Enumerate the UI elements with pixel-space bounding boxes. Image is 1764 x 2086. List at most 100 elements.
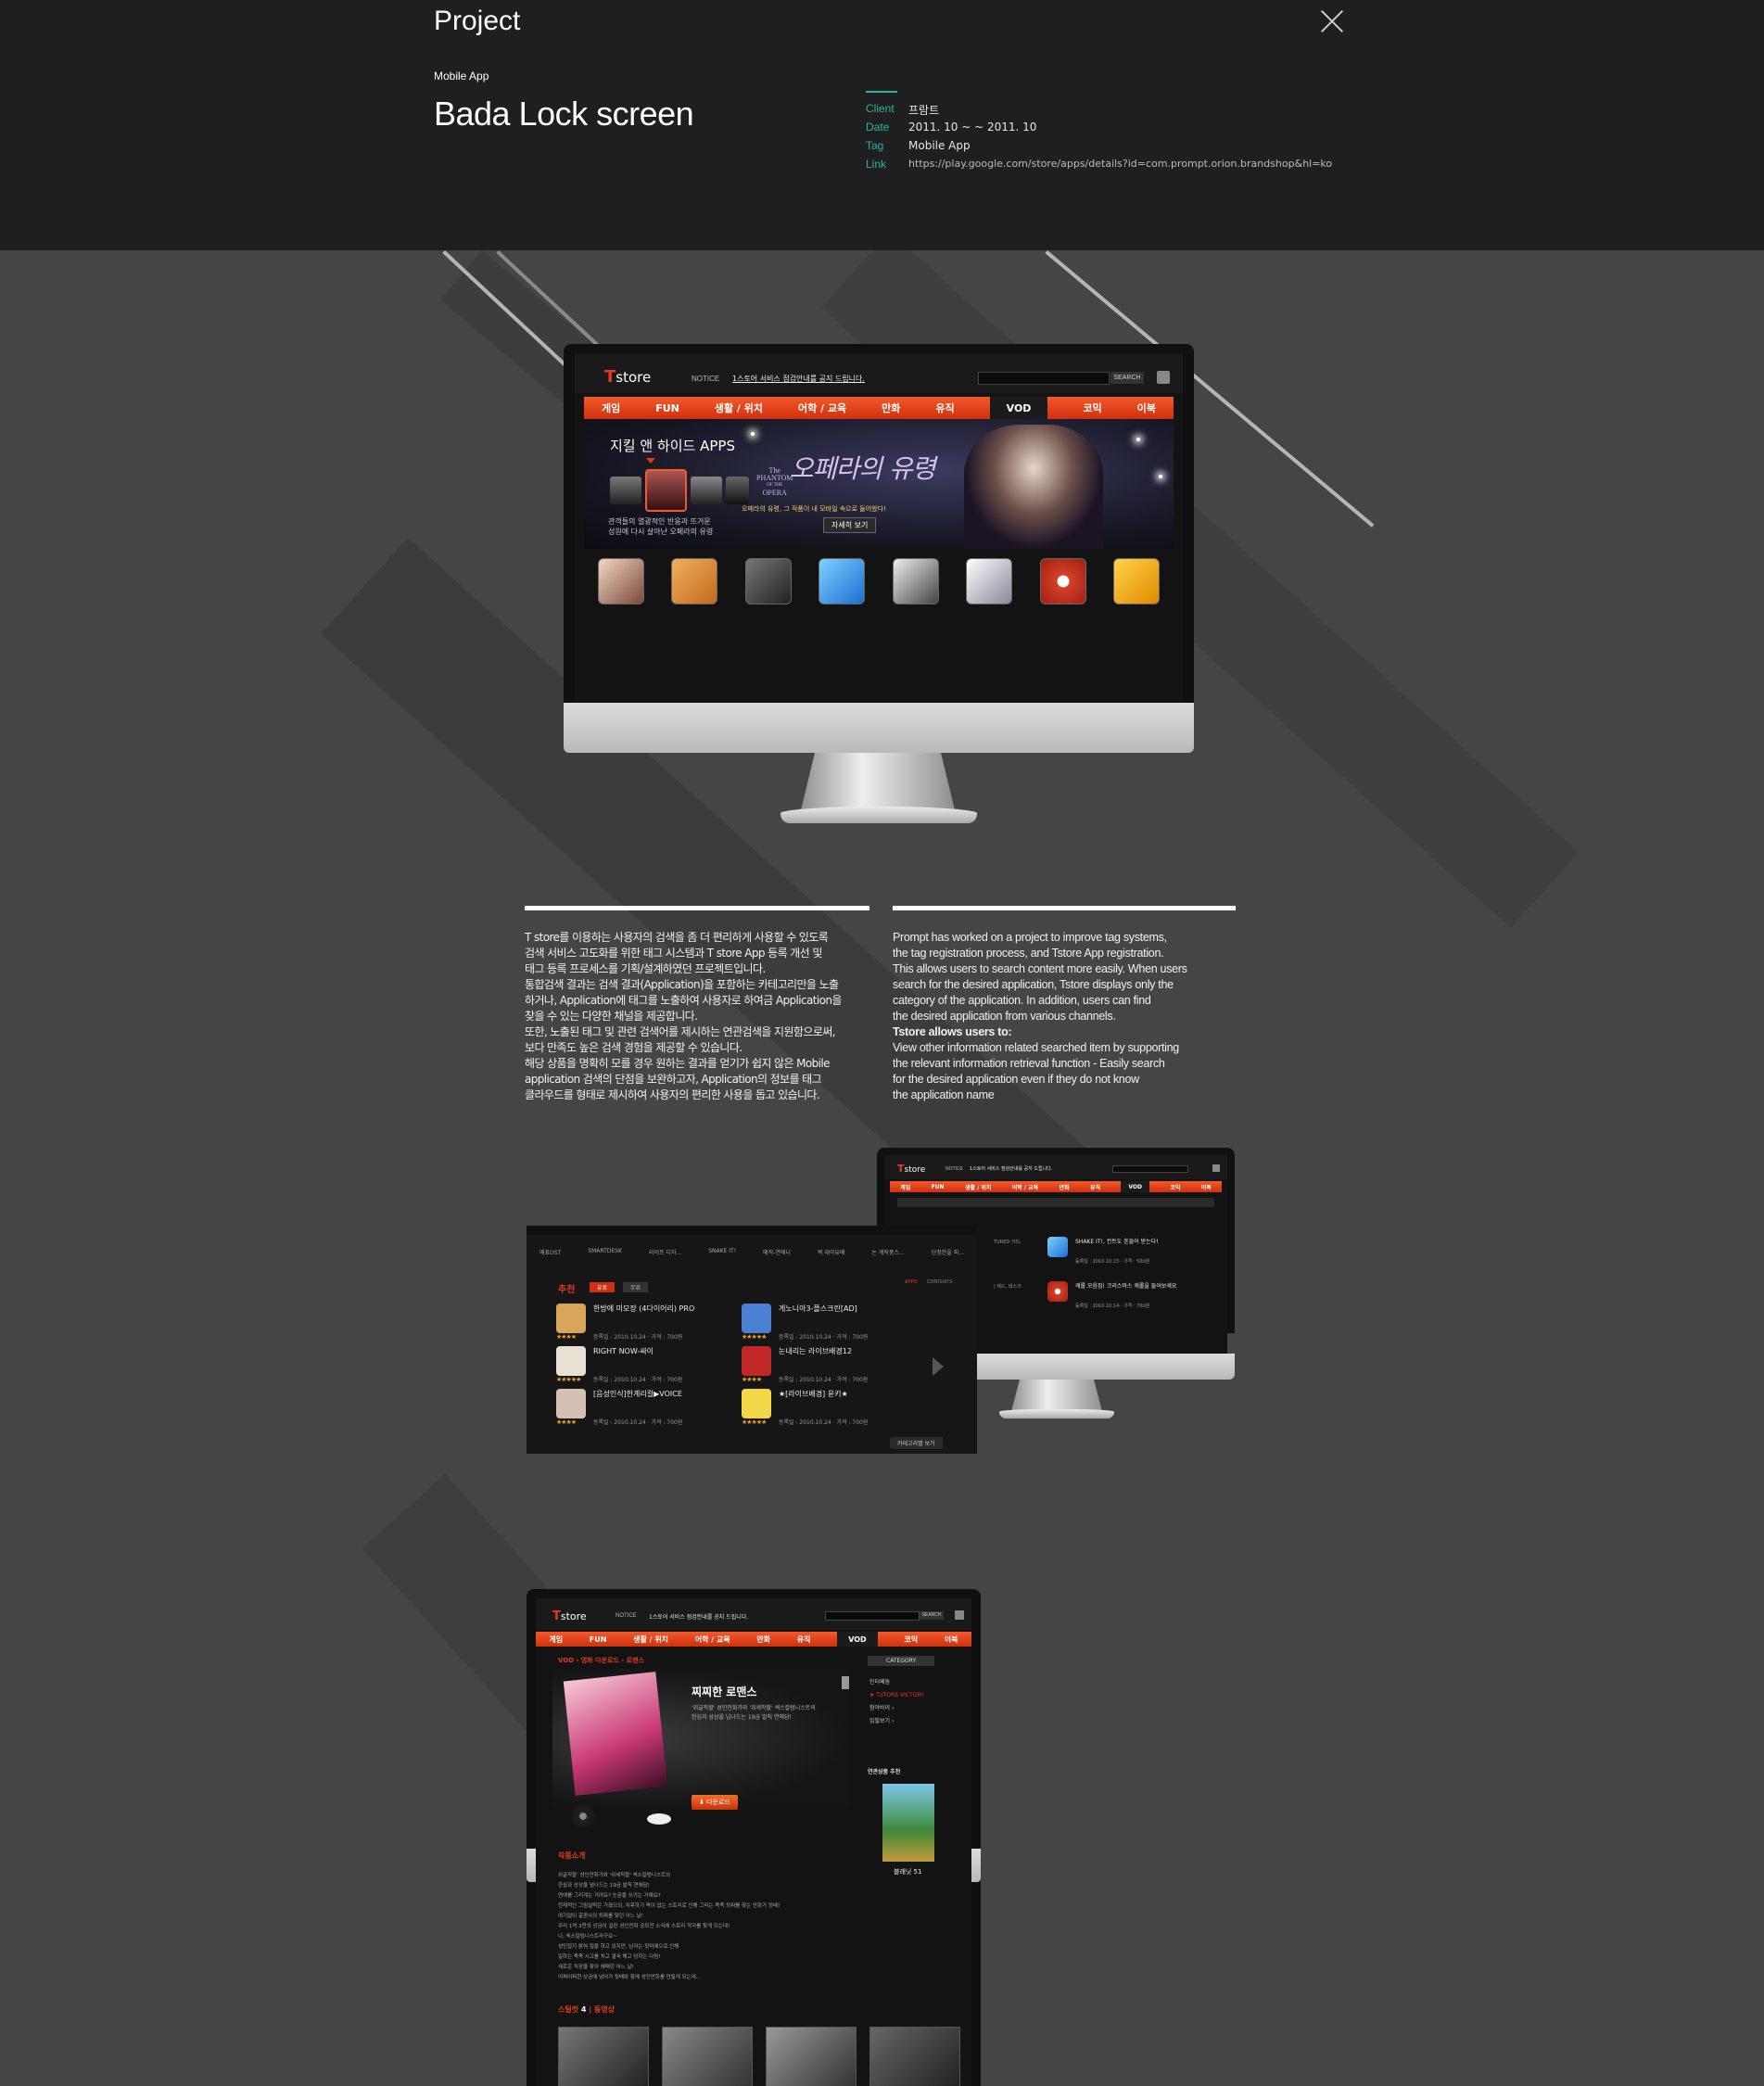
category-label[interactable]: 논 캐릭풍스... xyxy=(871,1248,904,1261)
nav-item[interactable]: 만화 xyxy=(882,401,900,415)
poster-image xyxy=(964,425,1103,549)
chevron-right-icon[interactable] xyxy=(933,1357,944,1376)
nav-item[interactable]: FUN xyxy=(932,1184,945,1190)
hero-thumb[interactable] xyxy=(610,477,642,504)
nav-item[interactable]: 유직 xyxy=(797,1634,811,1645)
category-label[interactable]: 메직-연애니 xyxy=(763,1248,791,1261)
category-dropdown[interactable]: CATEGORY xyxy=(868,1656,935,1666)
notice-text[interactable]: 1스토어 서비스 점검안내를 공지 드립니다. xyxy=(732,374,865,384)
hero-thumb[interactable] xyxy=(726,477,749,504)
hero-thumb-selected[interactable] xyxy=(645,469,687,512)
nav-item[interactable]: 코믹 xyxy=(904,1634,918,1645)
tab-apps[interactable]: APPS xyxy=(905,1279,917,1285)
category-label[interactable]: 라이프 디자... xyxy=(649,1248,681,1261)
nav-item[interactable]: 생활 / 위치 xyxy=(633,1634,668,1645)
list-item[interactable]: ★★★★★ 게노니아3-플스크린[AD] 등록일 : 2010.10.24 · 가… xyxy=(742,1304,868,1341)
app-icon[interactable] xyxy=(744,558,792,604)
nav-item[interactable]: 이북 xyxy=(945,1634,958,1645)
list-item[interactable]: ★★★★★ ★[라이브배경] 윤키★ 등록일 : 2010.10.24 · 가격 … xyxy=(742,1389,868,1426)
download-button[interactable]: ⬇ 다운로드 xyxy=(692,1795,738,1810)
more-button[interactable]: 카테고리별 보기 xyxy=(890,1437,943,1449)
nav-item[interactable]: 어학 / 교육 xyxy=(798,401,846,415)
list-item[interactable]: ★★★★ 한방에 미모장 (4다이어리) PRO 등록일 : 2010.10.24… xyxy=(556,1304,694,1341)
list-item[interactable]: ★★★★ [음성인식]한계리컬▶VOICE 등록일 : 2010.10.24 · … xyxy=(556,1389,682,1426)
nav-item-active[interactable]: VOD xyxy=(837,1632,878,1647)
side-menu-item[interactable]: 참야바이 › xyxy=(869,1702,924,1715)
app-icon[interactable] xyxy=(892,558,939,604)
desc-line: Prompt has worked on a project to improv… xyxy=(893,931,1167,944)
nav-item[interactable]: 유직 xyxy=(1090,1183,1100,1191)
grid-icon[interactable] xyxy=(1157,371,1170,384)
nav-item[interactable]: 코믹 xyxy=(1170,1183,1180,1191)
search-button[interactable]: SEARCH xyxy=(920,1611,944,1620)
app-icon[interactable] xyxy=(966,558,1013,604)
summary-line: 한심과 상상을 넘나드는 19금 발칙 연애담! xyxy=(692,1714,792,1721)
still-thumb[interactable] xyxy=(558,2027,649,2086)
grid-icon[interactable] xyxy=(1212,1164,1220,1172)
store-logo[interactable]: Tstore xyxy=(604,367,651,387)
nav-item[interactable]: 만화 xyxy=(1060,1183,1070,1191)
list-item[interactable]: ★★★★★ RIGHT NOW-싸이 등록일 : 2010.10.24 · 가격 … xyxy=(556,1346,682,1383)
store-logo[interactable]: Tstore xyxy=(897,1163,925,1175)
tab-contents[interactable]: CONTENTS xyxy=(927,1279,953,1285)
nav-item[interactable]: 게임 xyxy=(602,401,620,415)
tab-free[interactable]: 무료 xyxy=(623,1282,649,1292)
app-icon[interactable] xyxy=(1113,558,1161,604)
nav-item-active[interactable]: VOD xyxy=(1121,1181,1149,1192)
search-input[interactable] xyxy=(1112,1165,1188,1173)
nav-item[interactable]: 어학 / 교육 xyxy=(1012,1183,1038,1191)
app-icon[interactable] xyxy=(597,558,644,604)
nav-item[interactable]: 이북 xyxy=(1201,1183,1212,1191)
category-label[interactable]: 매표OST xyxy=(539,1248,561,1261)
nav-item[interactable]: 코믹 xyxy=(1083,401,1101,415)
filter-bar[interactable] xyxy=(897,1198,1214,1207)
list-item[interactable]: SHAKE IT!, 컨트도 흔들어 받는다! 등록일 : 2010.10.15… xyxy=(1047,1237,1159,1265)
still-thumb[interactable] xyxy=(766,2027,857,2086)
project-link[interactable]: https://play.google.com/store/apps/detai… xyxy=(908,158,1332,170)
category-label[interactable]: SNAKE IT! xyxy=(708,1248,736,1261)
still-thumb[interactable] xyxy=(662,2027,753,2086)
list-item[interactable]: 캐롤 모음집! 크리스마스 캐롤을 들어보세요 등록일 : 2010.10.14… xyxy=(1047,1281,1176,1309)
nav-item[interactable]: FUN xyxy=(590,1635,607,1644)
recommend-title[interactable]: 블래닛 51 xyxy=(894,1867,921,1876)
nav-item[interactable]: 이북 xyxy=(1137,401,1156,415)
nav-item[interactable]: 만화 xyxy=(756,1634,770,1645)
nav-item[interactable]: 생활 / 위치 xyxy=(965,1183,991,1191)
nav-item[interactable]: 유직 xyxy=(935,401,954,415)
search-button[interactable]: SEARCH xyxy=(1110,372,1144,384)
notice-text[interactable]: 1스토어 서비스 점검안내를 공지 드립니다. xyxy=(970,1165,1052,1172)
nav-item[interactable]: 어학 / 교육 xyxy=(695,1634,730,1645)
notice-text[interactable]: 1스토어 서비스 점검안내를 공지 드립니다. xyxy=(649,1612,748,1621)
close-icon[interactable] xyxy=(1320,9,1344,33)
nav-item-active[interactable]: VOD xyxy=(989,397,1048,419)
meta-divider xyxy=(866,91,897,93)
hero-thumb[interactable] xyxy=(690,477,723,504)
category-label[interactable]: 벽 대아유배 xyxy=(818,1248,845,1261)
search-input[interactable] xyxy=(978,372,1110,385)
recommend-poster[interactable] xyxy=(882,1784,934,1862)
desc-line: 또한, 노출된 태그 및 관련 검색어를 제시하는 연관검색을 지원함으로써, xyxy=(525,1025,836,1038)
list-item[interactable]: ★★★★ 눈내리는 라이브배경12 등록일 : 2010.10.24 · 가격 :… xyxy=(742,1346,868,1383)
detail-button[interactable]: 자세히 보기 xyxy=(823,517,877,533)
app-icon[interactable] xyxy=(671,558,718,604)
store-logo[interactable]: Tstore xyxy=(552,1609,587,1623)
side-menu-item[interactable]: ★ TSTORE VICTORY xyxy=(869,1689,924,1702)
side-menu-item[interactable]: 인터페돔 xyxy=(869,1676,924,1689)
category-label[interactable]: SMARTDESK xyxy=(588,1248,622,1261)
synopsis-line: 천재적인 그림실력은 가졌으되, 자후하기 짝이 없는 스토리로 인해 그리는 … xyxy=(558,1903,780,1909)
nav-item[interactable]: 게임 xyxy=(900,1183,910,1191)
lamp-icon xyxy=(842,1676,849,1689)
nav-item[interactable]: 게임 xyxy=(549,1634,563,1645)
search-input[interactable] xyxy=(825,1611,920,1621)
nav-item[interactable]: 생활 / 위치 xyxy=(715,401,763,415)
grid-icon[interactable] xyxy=(955,1610,964,1620)
tab-paid[interactable]: 유료 xyxy=(590,1282,615,1292)
app-icon[interactable] xyxy=(1039,558,1086,604)
category-label[interactable]: 단정한을 피... xyxy=(932,1248,964,1261)
side-menu-item[interactable]: 입필보기 › xyxy=(869,1715,924,1728)
stills-label: 스틸컷 xyxy=(558,2005,579,2014)
still-thumb[interactable] xyxy=(869,2027,960,2086)
nav-item[interactable]: FUN xyxy=(655,402,679,414)
meta-value: Mobile App xyxy=(908,139,971,152)
app-icon[interactable] xyxy=(819,558,866,604)
